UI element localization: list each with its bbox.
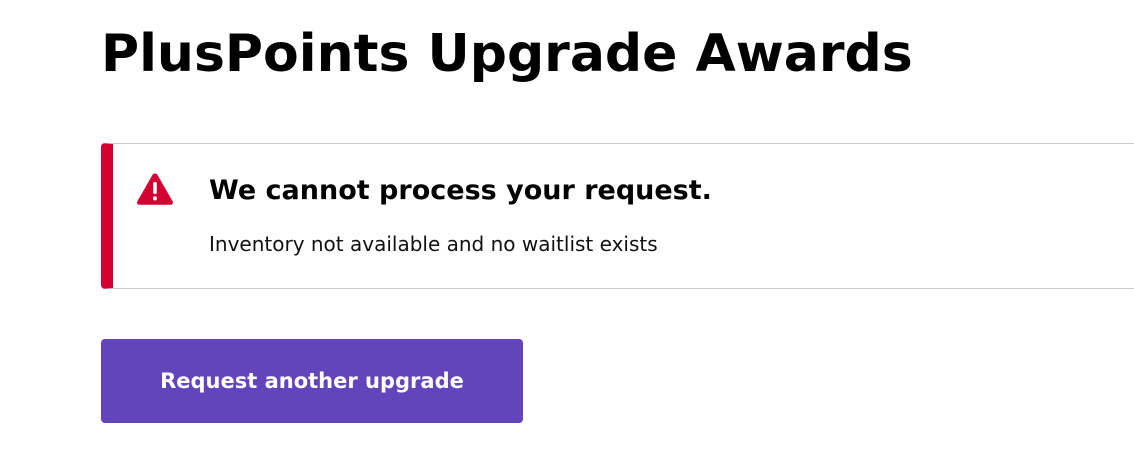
request-another-upgrade-button[interactable]: Request another upgrade xyxy=(101,339,523,423)
alert-message: Inventory not available and no waitlist … xyxy=(209,232,658,256)
page-title: PlusPoints Upgrade Awards xyxy=(101,24,913,84)
error-alert: We cannot process your request. Inventor… xyxy=(101,143,1134,289)
warning-triangle-icon xyxy=(136,172,174,206)
alert-title: We cannot process your request. xyxy=(209,175,712,206)
